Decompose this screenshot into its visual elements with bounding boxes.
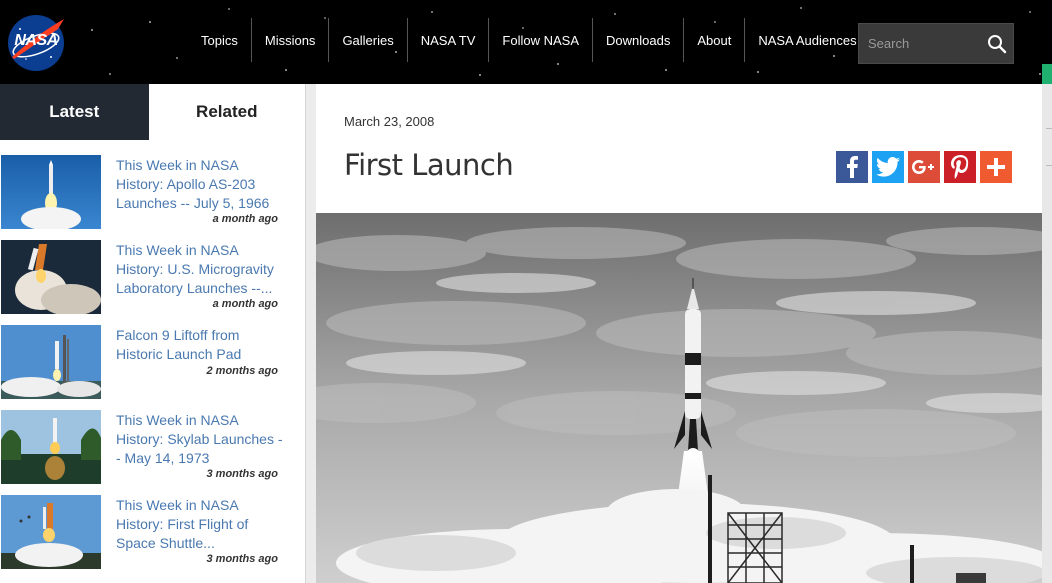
thumbnail-falcon9-liftoff[interactable] bbox=[1, 325, 101, 399]
facebook-share-button[interactable] bbox=[836, 151, 868, 183]
facebook-icon bbox=[847, 156, 858, 178]
twitter-share-button[interactable] bbox=[872, 151, 904, 183]
nav-downloads[interactable]: Downloads bbox=[592, 18, 683, 62]
google-plus-share-button[interactable] bbox=[908, 151, 940, 183]
google-plus-icon bbox=[912, 160, 934, 174]
list-item-time: 3 months ago bbox=[206, 553, 278, 565]
list-item-time: 3 months ago bbox=[206, 468, 278, 480]
site-header: NASA Topics Missions Galleries NASA TV F… bbox=[0, 0, 1052, 84]
thumbnail-shuttle-first-flight[interactable] bbox=[1, 495, 101, 569]
more-share-button[interactable] bbox=[980, 151, 1012, 183]
list-item-title[interactable]: This Week in NASA History: Skylab Launch… bbox=[116, 411, 286, 468]
nav-missions[interactable]: Missions bbox=[250, 18, 329, 62]
search-box bbox=[858, 23, 1014, 64]
edge-divider bbox=[1046, 165, 1052, 166]
pinterest-share-button[interactable] bbox=[944, 151, 976, 183]
tab-latest[interactable]: Latest bbox=[0, 84, 149, 140]
scrollbar[interactable] bbox=[1042, 84, 1052, 583]
nav-topics[interactable]: Topics bbox=[188, 18, 251, 62]
list-item[interactable]: This Week in NASA History: U.S. Microgra… bbox=[0, 240, 305, 325]
list-item-title[interactable]: This Week in NASA History: Apollo AS-203… bbox=[116, 156, 286, 213]
pinterest-icon bbox=[951, 155, 969, 179]
article-list: This Week in NASA History: Apollo AS-203… bbox=[0, 140, 305, 580]
list-item-time: a month ago bbox=[212, 213, 278, 225]
search-icon[interactable] bbox=[987, 34, 1007, 54]
share-bar bbox=[836, 151, 1012, 183]
search-input[interactable] bbox=[859, 24, 983, 63]
tab-related[interactable]: Related bbox=[148, 84, 305, 140]
list-item-title[interactable]: Falcon 9 Liftoff from Historic Launch Pa… bbox=[116, 326, 286, 364]
list-item[interactable]: This Week in NASA History: Apollo AS-203… bbox=[0, 155, 305, 240]
nasa-logo[interactable]: NASA bbox=[6, 13, 66, 73]
plus-icon bbox=[987, 158, 1005, 176]
logo-text: NASA bbox=[14, 32, 58, 49]
twitter-icon bbox=[876, 157, 900, 177]
nav-nasa-audiences[interactable]: NASA Audiences bbox=[744, 18, 869, 62]
list-item[interactable]: Falcon 9 Liftoff from Historic Launch Pa… bbox=[0, 325, 305, 410]
thumbnail-apollo-launch[interactable] bbox=[1, 155, 101, 229]
article-main: March 23, 2008 First Launch bbox=[316, 84, 1042, 583]
list-item-time: 2 months ago bbox=[206, 365, 278, 377]
list-item-title[interactable]: This Week in NASA History: First Flight … bbox=[116, 496, 286, 553]
article-title: First Launch bbox=[344, 148, 514, 182]
edge-divider bbox=[1046, 128, 1052, 129]
thumbnail-shuttle-launch[interactable] bbox=[1, 240, 101, 314]
nav-follow-nasa[interactable]: Follow NASA bbox=[488, 18, 592, 62]
nav-about[interactable]: About bbox=[683, 18, 744, 62]
article-image-rocket-launch[interactable] bbox=[316, 213, 1042, 583]
article-date: March 23, 2008 bbox=[344, 114, 435, 129]
nav-nasa-tv[interactable]: NASA TV bbox=[406, 18, 489, 62]
sidebar: Latest Related This Week in NASA History… bbox=[0, 84, 306, 583]
thumbnail-skylab-launch[interactable] bbox=[1, 410, 101, 484]
list-item[interactable]: This Week in NASA History: First Flight … bbox=[0, 495, 305, 580]
list-item-time: a month ago bbox=[212, 298, 278, 310]
list-item-title[interactable]: This Week in NASA History: U.S. Microgra… bbox=[116, 241, 286, 298]
list-item[interactable]: This Week in NASA History: Skylab Launch… bbox=[0, 410, 305, 495]
nav-galleries[interactable]: Galleries bbox=[328, 18, 406, 62]
sidebar-tabs: Latest Related bbox=[0, 84, 305, 140]
main-nav: Topics Missions Galleries NASA TV Follow… bbox=[188, 18, 870, 62]
